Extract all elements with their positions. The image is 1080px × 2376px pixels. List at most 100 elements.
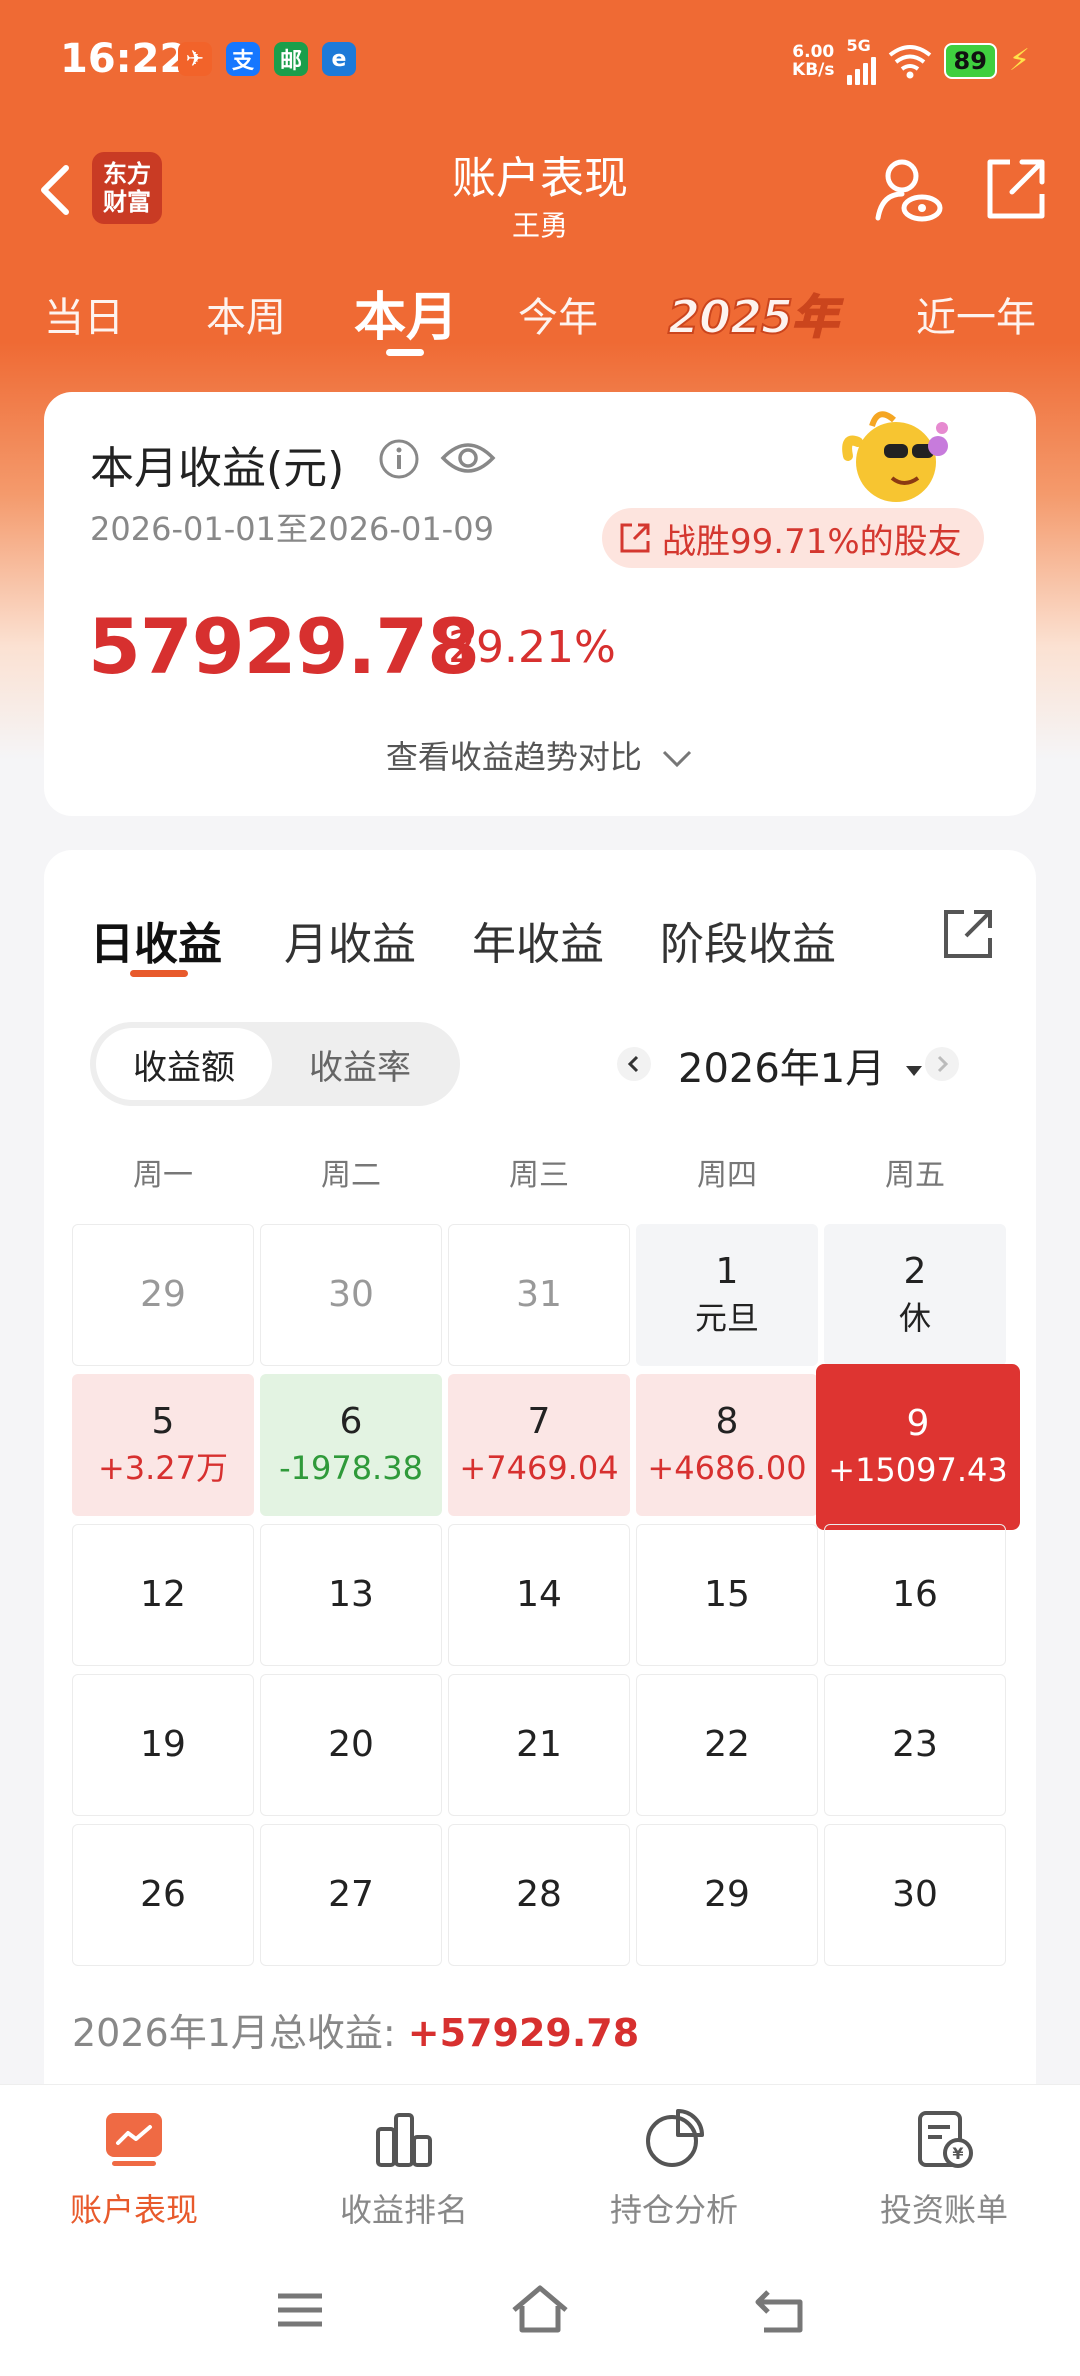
next-month-icon[interactable] bbox=[924, 1046, 960, 1082]
calendar-day-value: +4686.00 bbox=[647, 1449, 807, 1487]
user-view-icon[interactable] bbox=[872, 154, 944, 226]
tab-period-profit[interactable]: 阶段收益 bbox=[660, 908, 836, 972]
month-total-value: +57929.78 bbox=[407, 2011, 640, 2055]
pie-chart-icon bbox=[646, 2109, 704, 2167]
calendar-day-cell[interactable]: 13 bbox=[260, 1524, 442, 1666]
ranking-bar-icon bbox=[376, 2113, 432, 2167]
network-speed: 6.00 KB/s bbox=[792, 43, 834, 79]
calendar-day-cell[interactable]: 15 bbox=[636, 1524, 818, 1666]
eye-icon[interactable] bbox=[440, 436, 496, 480]
calendar-grid: 29 30 31 1 元旦 2 休 5 +3.27万 6 -1978.38 7 +7469.04 8 +46… bbox=[72, 1224, 1020, 1974]
view-trend-comparison[interactable]: 查看收益趋势对比 bbox=[44, 732, 1036, 778]
toggle-profit-rate[interactable]: 收益率 bbox=[272, 1028, 448, 1100]
calendar-day-cell[interactable]: 30 bbox=[260, 1224, 442, 1366]
calendar-day-cell[interactable]: 9 +15097.43 bbox=[816, 1364, 1020, 1530]
month-total-label: 2026年1月总收益: bbox=[72, 2011, 408, 2055]
monthly-profit-value: 57929.78 bbox=[88, 602, 480, 691]
calendar-day-value: -1978.38 bbox=[279, 1449, 423, 1487]
account-performance-icon bbox=[106, 2113, 162, 2166]
calendar-day-number: 30 bbox=[892, 1874, 938, 1915]
nav-holdings-analysis[interactable]: 持仓分析 bbox=[564, 2107, 784, 2231]
calendar-day-number: 27 bbox=[328, 1874, 374, 1915]
calendar-day-value: +15097.43 bbox=[828, 1451, 1008, 1489]
wifi-icon bbox=[888, 44, 931, 78]
weekday-label: 周三 bbox=[509, 1158, 569, 1193]
calendar-day-cell[interactable]: 1 元旦 bbox=[636, 1224, 818, 1366]
tab-this-month[interactable]: 本月 bbox=[354, 275, 458, 350]
previous-month-icon[interactable] bbox=[616, 1046, 652, 1082]
home-icon[interactable] bbox=[508, 2278, 572, 2342]
calendar-day-cell[interactable]: 26 bbox=[72, 1824, 254, 1966]
menu-icon[interactable] bbox=[268, 2278, 332, 2342]
calendar-day-cell[interactable]: 28 bbox=[448, 1824, 630, 1966]
calendar-day-cell[interactable]: 19 bbox=[72, 1674, 254, 1816]
calendar-day-number: 20 bbox=[328, 1724, 374, 1765]
calendar-day-cell[interactable]: 27 bbox=[260, 1824, 442, 1966]
calendar-day-number: 28 bbox=[516, 1874, 562, 1915]
tab-year-2025[interactable]: 2025年 bbox=[667, 281, 839, 347]
calendar-day-cell[interactable]: 14 bbox=[448, 1524, 630, 1666]
status-app-icons: ✈ 支邮 e bbox=[178, 42, 356, 76]
info-icon[interactable] bbox=[378, 438, 420, 480]
share-icon[interactable] bbox=[940, 906, 996, 962]
message-app-icon: ✈ bbox=[178, 42, 212, 76]
calendar-day-cell[interactable]: 16 bbox=[824, 1524, 1006, 1666]
tab-yearly-profit[interactable]: 年收益 bbox=[472, 908, 604, 972]
calendar-day-cell[interactable]: 21 bbox=[448, 1674, 630, 1816]
system-navigation-bar bbox=[0, 2244, 1080, 2376]
calendar-day-cell[interactable]: 6 -1978.38 bbox=[260, 1374, 442, 1516]
weekday-header: 周一 周二 周三 周四 周五 bbox=[72, 1150, 1012, 1200]
back-icon[interactable] bbox=[748, 2278, 812, 2342]
calendar-day-cell[interactable]: 7 +7469.04 bbox=[448, 1374, 630, 1516]
nav-investment-bill[interactable]: ¥ 投资账单 bbox=[834, 2107, 1054, 2231]
date-range: 2026-01-01至2026-01-09 bbox=[90, 510, 494, 548]
profit-calendar-card: 日收益 月收益 年收益 阶段收益 收益额 收益率 2026年1月 周一 周二 周… bbox=[44, 850, 1036, 2090]
tab-this-year[interactable]: 今年 bbox=[518, 285, 598, 343]
alipay-app-icon: 支 bbox=[226, 42, 260, 76]
calendar-day-number: 2 bbox=[903, 1251, 927, 1292]
month-selector[interactable]: 2026年1月 bbox=[678, 1036, 924, 1094]
calendar-day-cell[interactable]: 2休 bbox=[824, 1224, 1006, 1366]
tab-daily-profit[interactable]: 日收益 bbox=[90, 908, 222, 972]
network-speed-value: 6.00 bbox=[792, 41, 835, 62]
toggle-profit-amount[interactable]: 收益额 bbox=[96, 1028, 272, 1100]
nav-profit-ranking[interactable]: 收益排名 bbox=[294, 2107, 514, 2231]
trend-link-label: 查看收益趋势对比 bbox=[385, 738, 642, 776]
calendar-day-cell[interactable]: 31 bbox=[448, 1224, 630, 1366]
beat-peers-badge[interactable]: 战胜99.71%的股友 bbox=[602, 508, 984, 568]
calendar-day-number: 29 bbox=[140, 1274, 186, 1315]
calendar-day-number: 21 bbox=[516, 1724, 562, 1765]
calendar-day-cell[interactable]: 12 bbox=[72, 1524, 254, 1666]
calendar-day-cell[interactable]: 5 +3.27万 bbox=[72, 1374, 254, 1516]
calendar-day-cell[interactable]: 8 +4686.00 bbox=[636, 1374, 818, 1516]
calendar-tab-indicator bbox=[130, 970, 188, 977]
weekday-label: 周一 bbox=[133, 1158, 193, 1193]
bill-icon: ¥ bbox=[918, 2111, 973, 2168]
calendar-day-cell[interactable]: 29 bbox=[636, 1824, 818, 1966]
monthly-summary-card: 本月收益(元) 2026-01-01至2026-01-09 战胜99.71%的股… bbox=[44, 392, 1036, 816]
calendar-day-cell[interactable]: 30 bbox=[824, 1824, 1006, 1966]
network-type: 5G bbox=[846, 36, 871, 55]
calendar-day-number: 30 bbox=[328, 1274, 374, 1315]
charging-icon: ⚡ bbox=[1008, 43, 1030, 78]
calendar-day-cell[interactable]: 20 bbox=[260, 1674, 442, 1816]
tab-monthly-profit[interactable]: 月收益 bbox=[284, 908, 416, 972]
nav-account-performance[interactable]: 账户表现 bbox=[24, 2107, 244, 2231]
beat-peers-text: 战胜99.71%的股友 bbox=[662, 521, 962, 562]
tab-this-week[interactable]: 本周 bbox=[206, 285, 286, 343]
network-speed-unit: KB/s bbox=[792, 59, 835, 80]
tab-today[interactable]: 当日 bbox=[44, 285, 124, 343]
calendar-day-number: 13 bbox=[328, 1574, 374, 1615]
calendar-day-number: 15 bbox=[704, 1574, 750, 1615]
calendar-day-number: 16 bbox=[892, 1574, 938, 1615]
calendar-day-number: 8 bbox=[715, 1401, 739, 1442]
calendar-day-cell[interactable]: 23 bbox=[824, 1674, 1006, 1816]
calendar-day-number: 29 bbox=[704, 1874, 750, 1915]
calendar-day-cell[interactable]: 29 bbox=[72, 1224, 254, 1366]
calendar-day-cell[interactable]: 22 bbox=[636, 1674, 818, 1816]
nav-label: 收益排名 bbox=[339, 2191, 468, 2229]
share-icon[interactable] bbox=[982, 156, 1048, 222]
calendar-day-number: 22 bbox=[704, 1724, 750, 1765]
tab-last-year[interactable]: 近一年 bbox=[916, 285, 1036, 343]
nav-label: 投资账单 bbox=[879, 2191, 1008, 2229]
